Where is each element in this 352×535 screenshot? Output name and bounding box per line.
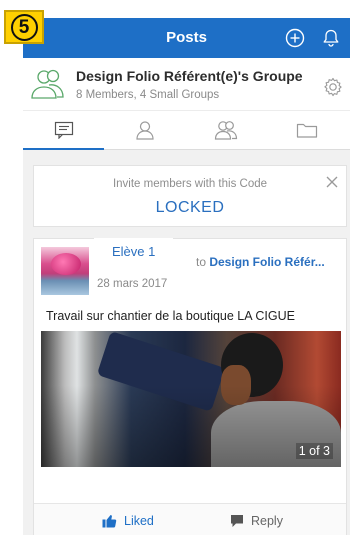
plus-circle-icon bbox=[285, 28, 305, 48]
photo-counter: 1 of 3 bbox=[295, 443, 333, 459]
bell-icon bbox=[323, 29, 339, 47]
tab-posts[interactable] bbox=[23, 111, 104, 150]
step-number-badge: 5 bbox=[4, 10, 44, 44]
folder-icon bbox=[296, 123, 317, 138]
top-navigation-bar: Posts bbox=[23, 18, 350, 58]
tab-small-groups[interactable] bbox=[185, 111, 266, 149]
group-header[interactable]: Design Folio Référent(e)'s Groupe 8 Memb… bbox=[23, 58, 350, 110]
post-author[interactable]: Elève 1 bbox=[94, 238, 174, 269]
invite-code[interactable]: LOCKED bbox=[34, 199, 346, 217]
app-screen: Posts Design Folio Référent(e)'s Groupe … bbox=[23, 18, 350, 535]
post-to-prefix: to bbox=[196, 255, 210, 269]
close-icon[interactable] bbox=[324, 174, 340, 190]
add-post-button[interactable] bbox=[284, 27, 306, 49]
reply-label: Reply bbox=[251, 513, 283, 528]
tab-members[interactable] bbox=[104, 111, 185, 149]
post-text: Travail sur chantier de la boutique LA C… bbox=[46, 309, 295, 323]
people-icon bbox=[214, 121, 237, 140]
message-icon bbox=[54, 121, 73, 139]
post-date: 28 mars 2017 bbox=[97, 278, 168, 290]
post-photo[interactable]: 1 of 3 bbox=[41, 331, 341, 467]
thumbs-up-icon bbox=[102, 514, 117, 527]
invite-label: Invite members with this Code bbox=[112, 178, 268, 190]
person-icon bbox=[135, 121, 154, 140]
like-button[interactable]: Liked bbox=[102, 504, 154, 535]
like-label: Liked bbox=[124, 513, 154, 528]
gear-icon[interactable] bbox=[322, 76, 344, 98]
speech-bubble-icon bbox=[231, 514, 243, 527]
section-tabs bbox=[23, 110, 350, 150]
step-number: 5 bbox=[10, 13, 38, 41]
reply-button[interactable]: Reply bbox=[230, 504, 283, 535]
tab-files[interactable] bbox=[266, 111, 347, 149]
invite-code-card: Invite members with this Code LOCKED bbox=[33, 165, 347, 227]
post-destination: to Design Folio Référ... bbox=[196, 255, 325, 269]
notifications-button[interactable] bbox=[320, 27, 342, 49]
post-group-link[interactable]: Design Folio Référ... bbox=[209, 255, 324, 269]
post-card: Elève 1 to Design Folio Référ... 28 mars… bbox=[33, 238, 347, 535]
post-actions: Liked Reply bbox=[34, 503, 346, 535]
group-member-count: 8 Members, 4 Small Groups bbox=[76, 89, 220, 101]
group-name: Design Folio Référent(e)'s Groupe bbox=[76, 68, 303, 84]
post-thumbnail[interactable] bbox=[41, 247, 89, 295]
group-people-icon bbox=[31, 69, 64, 99]
